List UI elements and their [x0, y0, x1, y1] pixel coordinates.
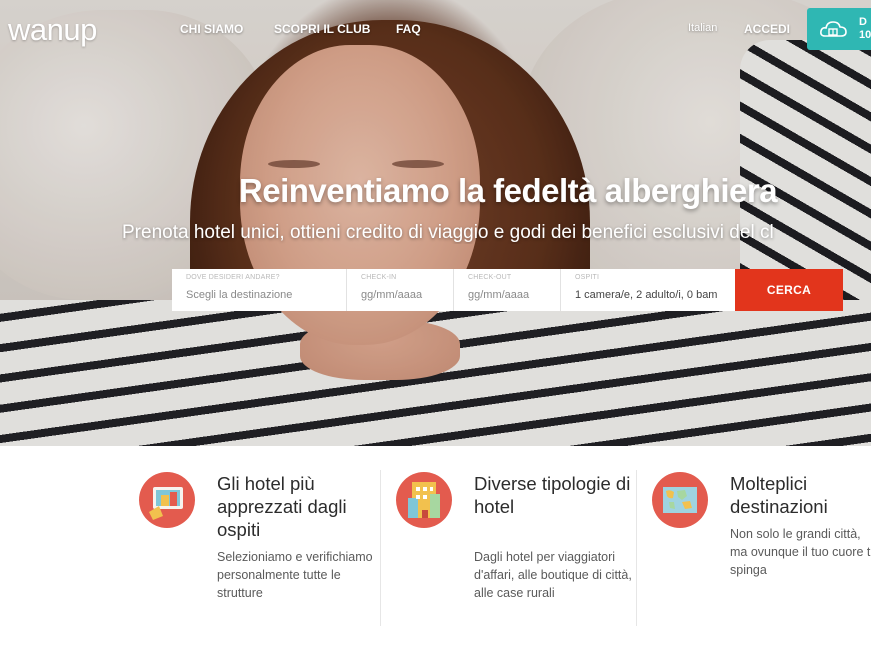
search-button[interactable]: CERCA — [735, 269, 843, 311]
promo-text-line: 10 — [859, 29, 871, 41]
tablet-hotel-icon — [139, 472, 195, 528]
signin-link[interactable]: ACCEDI — [744, 22, 790, 36]
feature-title: Molteplici destinazioni — [730, 473, 828, 517]
hero-title: Reinventiamo la fedeltà alberghiera — [238, 172, 778, 209]
nav-link-chi-siamo[interactable]: CHI SIAMO — [180, 22, 243, 36]
guests-field[interactable]: OSPITI 1 camera/e, 2 adulto/i, 0 bam — [561, 269, 735, 311]
feature-divider — [636, 470, 637, 626]
checkout-field[interactable]: CHECK-OUT gg/mm/aaaa — [454, 269, 561, 311]
checkout-input[interactable]: gg/mm/aaaa — [468, 289, 560, 301]
destination-field[interactable]: DOVE DESIDERI ANDARE? Scegli la destinaz… — [172, 269, 347, 311]
hero-subtitle: Prenota hotel unici, ottieni credito di … — [122, 222, 774, 243]
promo-text-line: D — [859, 16, 867, 28]
promo-text: D 10 — [859, 16, 871, 42]
feature-divider — [380, 470, 381, 626]
language-selector[interactable]: Italian — [688, 22, 717, 34]
wanup-logo[interactable]: wanup — [8, 12, 97, 48]
promo-button[interactable]: D 10 — [807, 8, 871, 50]
world-map-icon — [652, 472, 708, 528]
destination-input[interactable]: Scegli la destinazione — [186, 289, 346, 301]
destination-label: DOVE DESIDERI ANDARE? — [186, 274, 280, 281]
feature-text: Dagli hotel per viaggiatori d'affari, al… — [474, 550, 632, 600]
nav-link-faq[interactable]: FAQ — [396, 22, 421, 36]
checkin-field[interactable]: CHECK-IN gg/mm/aaaa — [347, 269, 454, 311]
hero-banner: wanup CHI SIAMO SCOPRI IL CLUB FAQ Itali… — [0, 0, 871, 446]
guests-label: OSPITI — [575, 274, 600, 281]
feature-title: Gli hotel più apprezzati dagli ospiti — [217, 473, 347, 540]
hotel-search-bar: DOVE DESIDERI ANDARE? Scegli la destinaz… — [172, 269, 843, 311]
feature-text: Non solo le grandi città, ma ovunque il … — [730, 527, 871, 577]
feature-title: Diverse tipologie di hotel — [474, 473, 631, 517]
checkin-label: CHECK-IN — [361, 274, 397, 281]
guests-select[interactable]: 1 camera/e, 2 adulto/i, 0 bam — [575, 289, 735, 301]
checkin-input[interactable]: gg/mm/aaaa — [361, 289, 453, 301]
buildings-icon — [396, 472, 452, 528]
checkout-label: CHECK-OUT — [468, 274, 512, 281]
nav-link-scopri-il-club[interactable]: SCOPRI IL CLUB — [274, 22, 370, 36]
feature-text: Selezioniamo e verifichiamo personalment… — [217, 550, 373, 600]
cloud-gift-icon — [820, 21, 847, 37]
